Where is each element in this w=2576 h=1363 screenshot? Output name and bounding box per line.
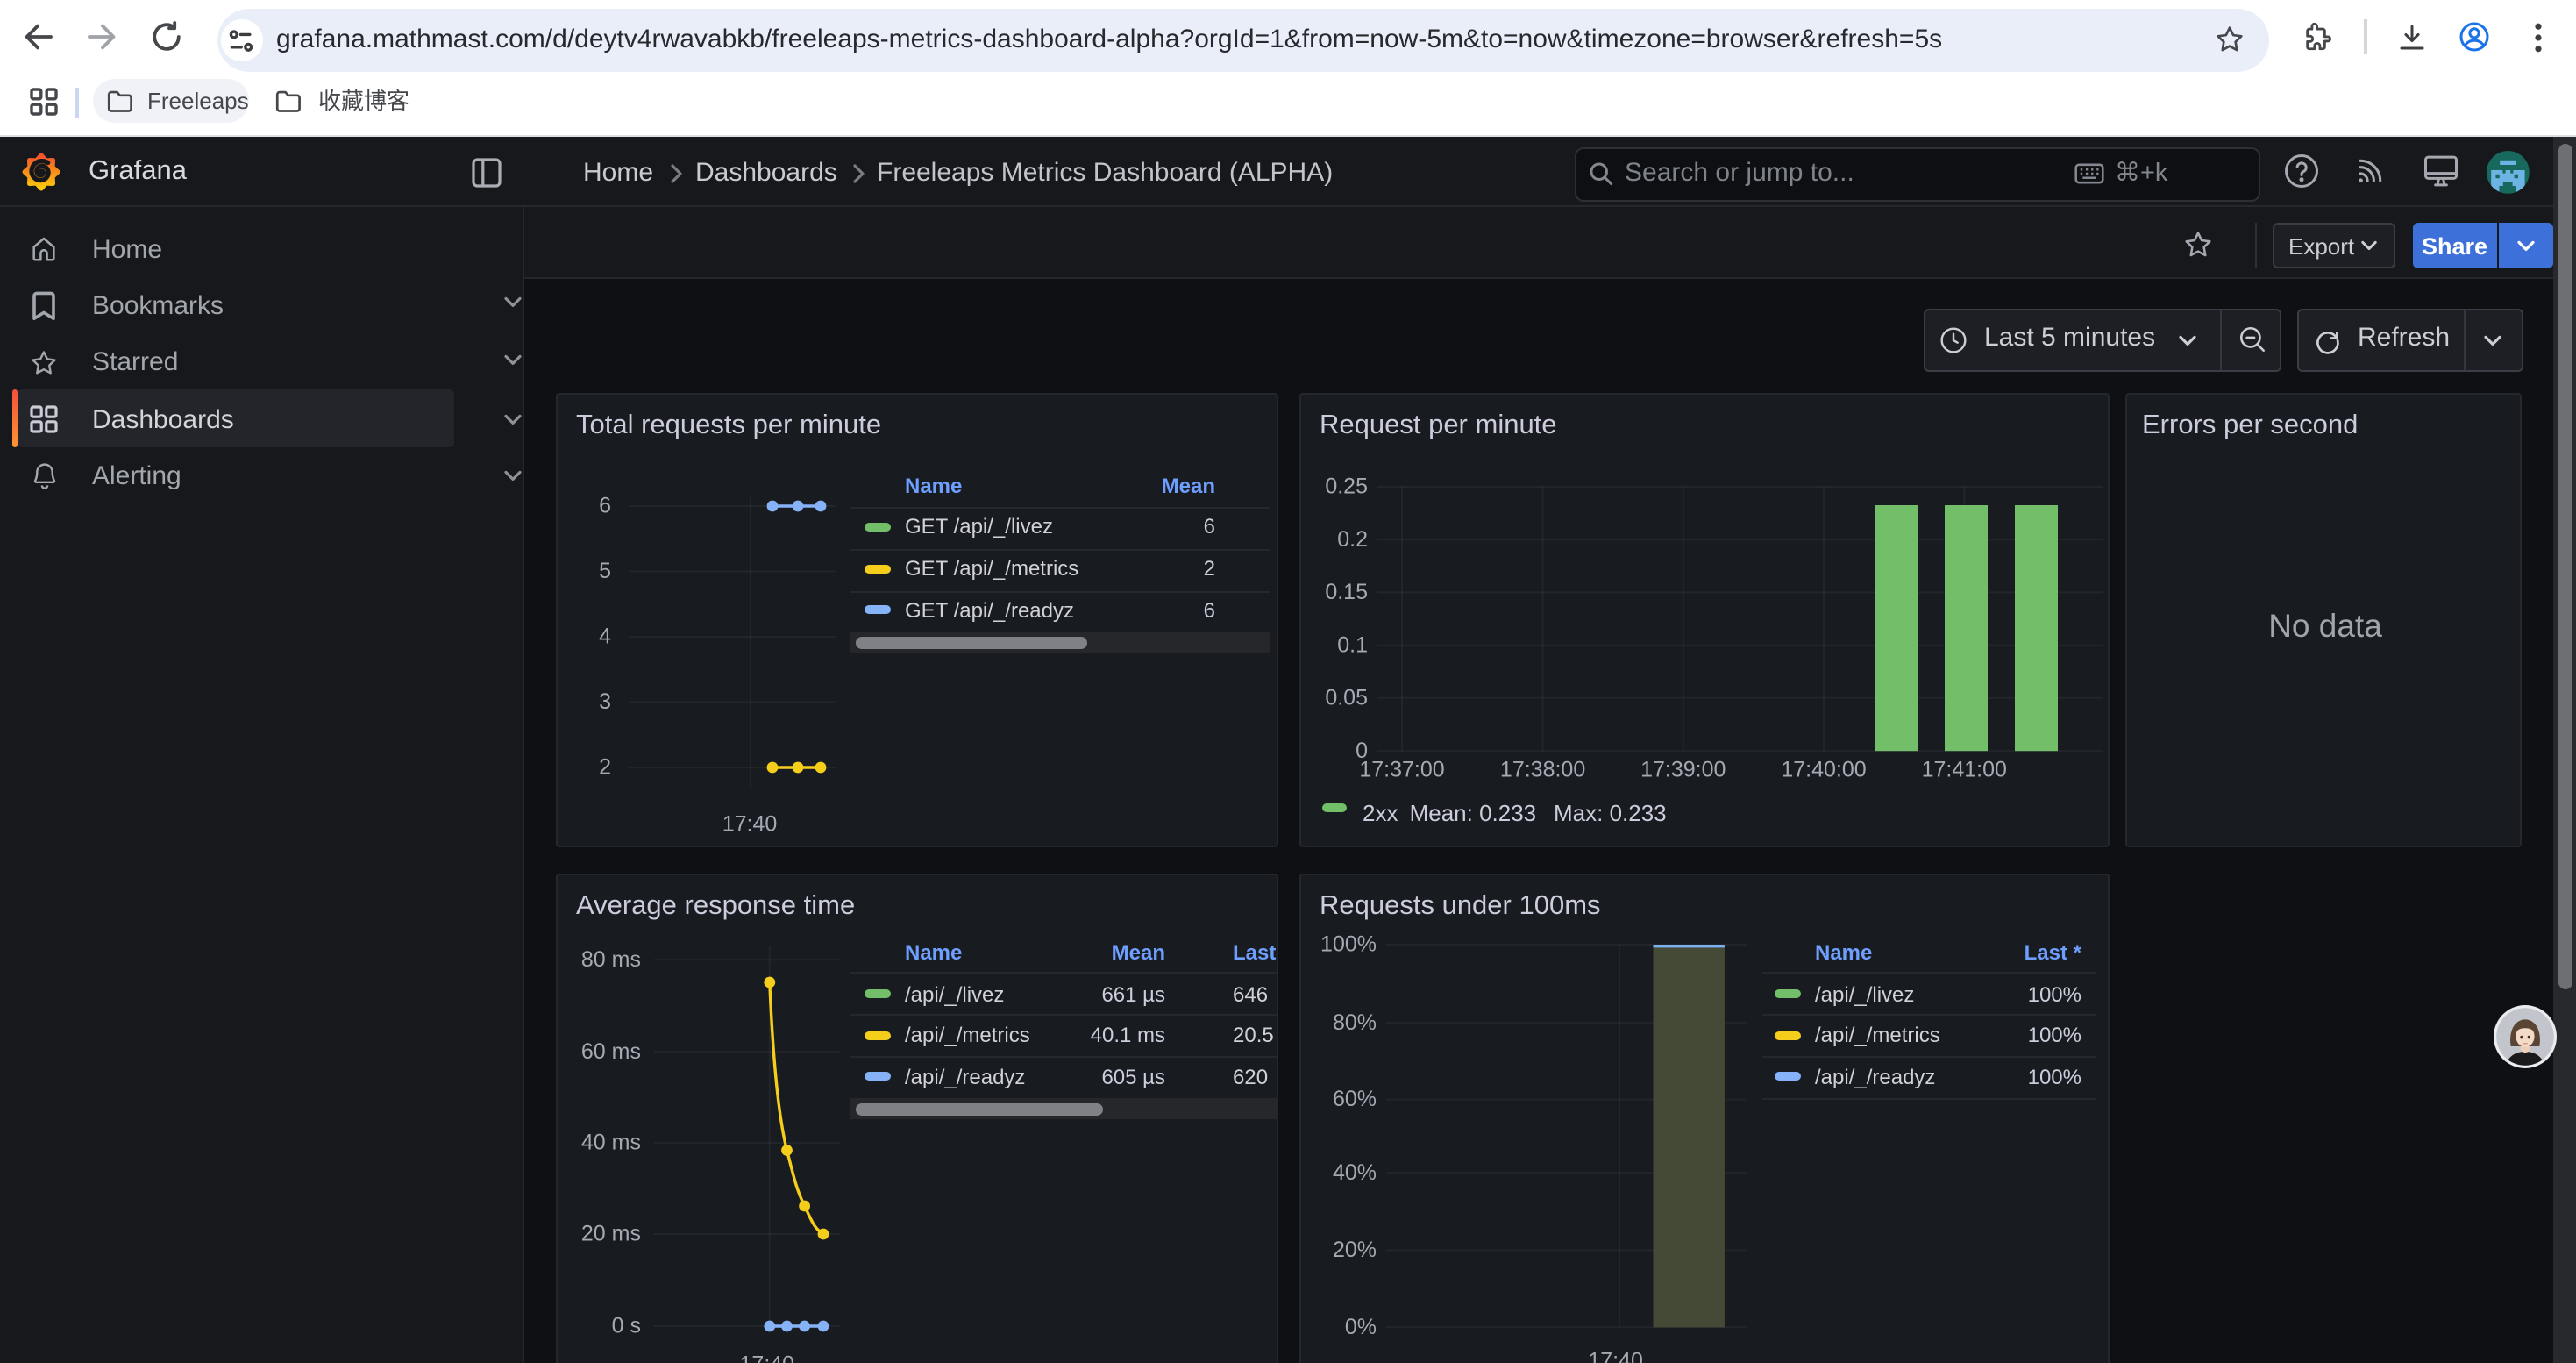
svg-text:60 ms: 60 ms: [581, 1038, 641, 1063]
svg-text:17:37:00: 17:37:00: [1359, 757, 1444, 781]
svg-text:0.1: 0.1: [1337, 632, 1368, 656]
svg-text:17:41:00: 17:41:00: [1922, 757, 2007, 781]
svg-text:0.2: 0.2: [1337, 526, 1368, 551]
svg-text:4: 4: [599, 624, 611, 648]
svg-text:2: 2: [599, 754, 611, 779]
svg-text:6: 6: [599, 493, 611, 517]
svg-text:40%: 40%: [1333, 1160, 1377, 1184]
svg-text:40 ms: 40 ms: [581, 1130, 641, 1154]
svg-text:100%: 100%: [1320, 931, 1377, 956]
svg-text:60%: 60%: [1333, 1086, 1377, 1110]
svg-text:0 s: 0 s: [612, 1313, 641, 1338]
svg-text:20 ms: 20 ms: [581, 1221, 641, 1245]
svg-text:0.25: 0.25: [1325, 474, 1368, 498]
svg-text:17:39:00: 17:39:00: [1640, 757, 1726, 781]
svg-text:0.05: 0.05: [1325, 684, 1368, 709]
svg-text:20%: 20%: [1333, 1237, 1377, 1261]
svg-text:17:40: 17:40: [722, 811, 778, 836]
svg-text:17:40:00: 17:40:00: [1781, 757, 1866, 781]
svg-text:3: 3: [599, 689, 611, 713]
svg-text:5: 5: [599, 558, 611, 582]
svg-text:17:40: 17:40: [740, 1352, 795, 1363]
svg-text:80%: 80%: [1333, 1010, 1377, 1034]
svg-text:0.15: 0.15: [1325, 579, 1368, 603]
svg-text:80 ms: 80 ms: [581, 946, 641, 971]
svg-text:0%: 0%: [1345, 1314, 1377, 1338]
svg-text:17:38:00: 17:38:00: [1500, 757, 1585, 781]
svg-text:17:40: 17:40: [1588, 1348, 1643, 1363]
